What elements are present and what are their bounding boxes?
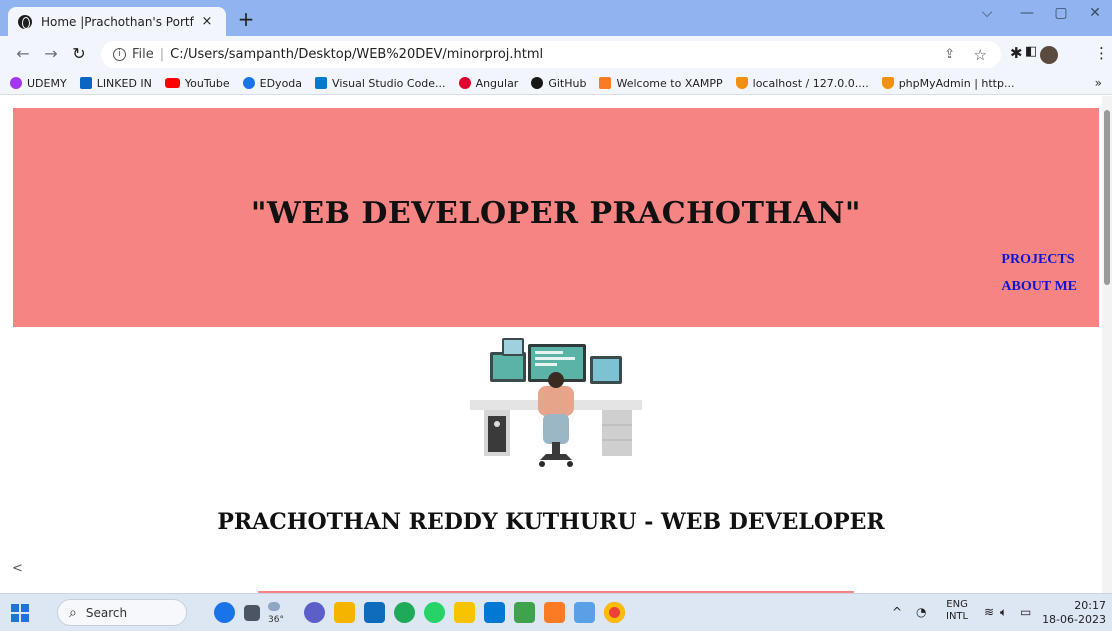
system-clock[interactable]: 20:17 18-06-2023	[1042, 599, 1106, 627]
bookmark-linkedin[interactable]: LINKED IN	[79, 77, 152, 90]
bing-icon[interactable]	[214, 602, 235, 623]
close-window-button[interactable]: ✕	[1080, 5, 1110, 21]
bookmark-angular[interactable]: Angular	[458, 77, 518, 90]
reload-icon[interactable]: ↻	[68, 44, 90, 63]
node-icon[interactable]	[514, 602, 535, 623]
bookmark-star-icon[interactable]: ☆	[974, 46, 987, 64]
page-viewport: "WEB DEVELOPER PRACHOTHAN" PROJECTS ABOU…	[0, 96, 1102, 593]
url-text[interactable]: C:/Users/sampanth/Desktop/WEB%20DEV/mino…	[170, 47, 543, 62]
browser-toolbar: ← → ↻ i File | C:/Users/sampanth/Desktop…	[0, 36, 1112, 72]
vscode-icon	[315, 77, 328, 89]
weather-widget[interactable]: 36°	[268, 602, 289, 625]
file-explorer-icon[interactable]	[334, 602, 355, 623]
whatsapp-icon[interactable]	[424, 602, 445, 623]
sticky-notes-icon[interactable]	[454, 602, 475, 623]
bookmark-udemy[interactable]: UDEMY	[10, 77, 67, 90]
github-icon	[531, 77, 544, 89]
new-tab-button[interactable]: +	[234, 7, 258, 31]
page-title: "WEB DEVELOPER PRACHOTHAN"	[250, 196, 862, 231]
bookmark-localhost[interactable]: localhost / 127.0.0....	[735, 77, 869, 90]
share-icon[interactable]: ⇪	[944, 47, 955, 62]
phpmyadmin-icon	[881, 77, 894, 89]
youtube-icon	[164, 78, 180, 88]
bookmark-phpmyadmin[interactable]: phpMyAdmin | http...	[881, 77, 1014, 90]
address-bar[interactable]: i File | C:/Users/sampanth/Desktop/WEB%2…	[101, 41, 1001, 68]
extensions-icon[interactable]: ✱	[1010, 44, 1023, 62]
info-icon[interactable]: i	[113, 48, 126, 61]
developer-illustration	[470, 338, 642, 467]
url-separator: |	[159, 47, 165, 62]
xampp-taskbar-icon[interactable]	[544, 602, 565, 623]
globe-icon	[18, 14, 32, 29]
nav-link-projects[interactable]: PROJECTS	[1001, 252, 1077, 268]
scrollbar-thumb[interactable]	[1104, 110, 1110, 285]
copilot-tray-icon[interactable]: ◔	[916, 605, 926, 619]
task-view-icon[interactable]	[244, 605, 260, 621]
chat-icon[interactable]	[304, 602, 325, 623]
forward-arrow-icon[interactable]: →	[40, 44, 62, 63]
tab-close-button[interactable]: ×	[198, 14, 216, 29]
profile-avatar[interactable]	[1040, 46, 1058, 64]
browser-tab[interactable]: Home |Prachothan's Portfolio ×	[8, 7, 226, 36]
minimize-button[interactable]: —	[1012, 5, 1042, 21]
bookmark-vscode[interactable]: Visual Studio Code...	[315, 77, 446, 90]
xampp-icon	[599, 77, 612, 89]
taskbar-search-label: Search	[85, 605, 128, 620]
maximize-button[interactable]: ▢	[1046, 5, 1076, 21]
bookmark-github[interactable]: GitHub	[531, 77, 586, 90]
bookmarks-bar: UDEMY LINKED IN YouTube EDyoda Visual St…	[0, 72, 1112, 95]
url-scheme: File	[132, 47, 154, 62]
bookmark-xampp[interactable]: Welcome to XAMPP	[599, 77, 723, 90]
taskbar-search[interactable]: ⌕ Search	[57, 599, 187, 626]
hero-banner: "WEB DEVELOPER PRACHOTHAN" PROJECTS ABOU…	[13, 108, 1099, 327]
volume-icon[interactable]: 🔈︎	[1000, 605, 1007, 620]
language-indicator[interactable]: ENG INTL	[946, 599, 968, 623]
photos-icon[interactable]	[574, 602, 595, 623]
back-arrow-icon[interactable]: ←	[12, 44, 34, 63]
angular-icon	[458, 77, 471, 89]
browser-tab-strip: Home |Prachothan's Portfolio × + ⌵ — ▢ ✕	[0, 0, 1112, 36]
windows-taskbar: ⌕ Search 36° ^ ◔ ENG INTL ≋ 🔈︎ ▭ 20:17 1…	[0, 593, 1112, 631]
tab-search-button[interactable]: ⌵	[972, 5, 1002, 21]
tray-overflow-icon[interactable]: ^	[892, 605, 902, 619]
linkedin-icon	[79, 77, 92, 89]
angle-bracket-text: <	[12, 561, 23, 576]
side-panel-icon[interactable]: ◧	[1025, 44, 1037, 59]
nav-link-about[interactable]: ABOUT ME	[1001, 279, 1077, 295]
weather-icon	[268, 602, 280, 611]
phpmyadmin-icon	[735, 77, 748, 89]
bookmarks-overflow-button[interactable]: »	[1095, 76, 1102, 90]
vscode-taskbar-icon[interactable]	[484, 602, 505, 623]
edge-icon[interactable]	[394, 602, 415, 623]
bookmark-edyoda[interactable]: EDyoda	[242, 77, 302, 90]
battery-icon[interactable]: ▭	[1020, 605, 1031, 619]
search-icon: ⌕	[69, 604, 77, 621]
bookmark-youtube[interactable]: YouTube	[164, 77, 230, 90]
more-menu-icon[interactable]: ⋮	[1094, 44, 1109, 62]
tab-title: Home |Prachothan's Portfolio	[41, 14, 194, 29]
page-nav: PROJECTS ABOUT ME	[1001, 252, 1077, 306]
mail-icon[interactable]	[364, 602, 385, 623]
page-scrollbar[interactable]	[1102, 96, 1112, 593]
wifi-icon[interactable]: ≋	[984, 605, 994, 619]
windows-start-icon[interactable]	[11, 604, 29, 622]
udemy-icon	[10, 77, 22, 89]
edyoda-icon	[242, 77, 255, 89]
chrome-icon[interactable]	[604, 602, 625, 623]
page-subtitle: PRACHOTHAN REDDY KUTHURU - WEB DEVELOPER	[217, 509, 885, 535]
